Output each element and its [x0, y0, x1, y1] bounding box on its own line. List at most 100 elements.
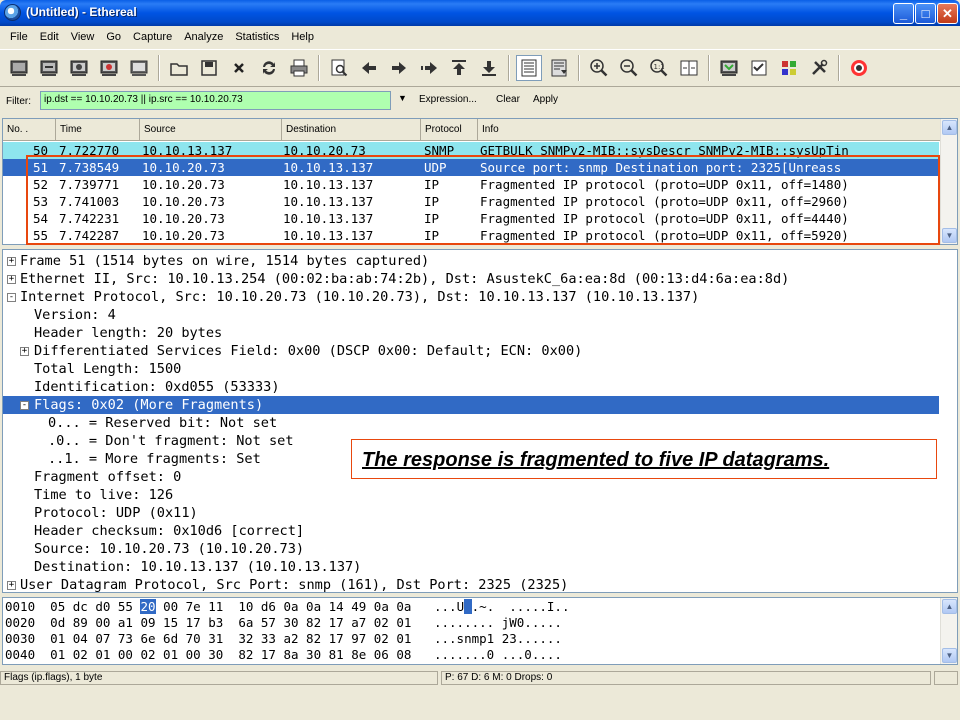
tree-item[interactable]: 0... = Reserved bit: Not set [3, 414, 939, 432]
start-capture-icon[interactable] [66, 55, 92, 81]
status-bar: Flags (ip.flags), 1 byte P: 67 D: 6 M: 0… [0, 670, 960, 686]
toolbar-separator [838, 55, 840, 81]
clear-button[interactable]: Clear [496, 94, 520, 105]
scroll-down-icon[interactable]: ▼ [942, 228, 957, 243]
reload-icon[interactable] [256, 55, 282, 81]
menu-edit[interactable]: Edit [34, 31, 65, 43]
tree-item-selected[interactable]: - Flags: 0x02 (More Fragments) [3, 396, 939, 414]
tree-item[interactable]: Version: 4 [3, 306, 939, 324]
filter-bar: Filter: ip.dst == 10.10.20.73 || ip.src … [0, 89, 960, 113]
resize-columns-icon[interactable] [676, 55, 702, 81]
expand-icon[interactable]: + [7, 581, 16, 590]
restart-capture-icon[interactable] [126, 55, 152, 81]
tree-item[interactable]: Total Length: 1500 [3, 360, 939, 378]
tree-item[interactable]: Destination: 10.10.13.137 (10.10.13.137) [3, 558, 939, 576]
coloring-rules-icon[interactable] [776, 55, 802, 81]
colorize-icon[interactable] [516, 55, 542, 81]
stop-capture-icon[interactable] [96, 55, 122, 81]
tree-item[interactable]: Identification: 0xd055 (53333) [3, 378, 939, 396]
menu-file[interactable]: File [4, 31, 34, 43]
hex-scrollbar[interactable]: ▲ ▼ [940, 598, 957, 664]
filter-input[interactable]: ip.dst == 10.10.20.73 || ip.src == 10.10… [40, 91, 391, 110]
go-to-packet-icon[interactable] [416, 55, 442, 81]
hex-line[interactable]: 0030 01 04 07 73 6e 6d 70 31 32 33 a2 82… [5, 631, 562, 647]
column-no[interactable]: No. . [3, 119, 56, 141]
expand-icon[interactable]: + [20, 347, 29, 356]
expand-icon[interactable]: + [7, 275, 16, 284]
menu-help[interactable]: Help [285, 31, 320, 43]
tree-item[interactable]: + Ethernet II, Src: 10.10.13.254 (00:02:b… [3, 270, 939, 288]
packet-details: + Frame 51 (1514 bytes on wire, 1514 byte… [2, 249, 958, 593]
scroll-up-icon[interactable]: ▲ [942, 599, 957, 614]
menu-analyze[interactable]: Analyze [178, 31, 229, 43]
apply-button[interactable]: Apply [533, 94, 558, 105]
help-icon[interactable] [846, 55, 872, 81]
annotation-callout: The response is fragmented to five IP da… [351, 439, 937, 479]
interfaces-icon[interactable] [6, 55, 32, 81]
tree-item[interactable]: Time to live: 126 [3, 486, 939, 504]
collapse-icon[interactable]: - [20, 401, 29, 410]
column-destination[interactable]: Destination [282, 119, 421, 141]
menu-statistics[interactable]: Statistics [229, 31, 285, 43]
hex-line[interactable]: 0040 01 02 01 00 02 01 00 30 82 17 8a 30… [5, 647, 562, 663]
tree-item[interactable]: + Frame 51 (1514 bytes on wire, 1514 byte… [3, 252, 939, 270]
main-toolbar: 1:1 [0, 49, 960, 87]
tree-item[interactable]: + User Datagram Protocol, Src Port: snmp … [3, 576, 939, 592]
auto-scroll-icon[interactable] [546, 55, 572, 81]
scroll-down-icon[interactable]: ▼ [942, 648, 957, 663]
hex-line[interactable]: 0020 0d 89 00 a1 09 15 17 b3 6a 57 30 82… [5, 615, 562, 631]
close-file-icon[interactable] [226, 55, 252, 81]
toolbar-separator [578, 55, 580, 81]
maximize-button[interactable]: □ [915, 3, 936, 24]
hex-selected-byte[interactable]: 20 [140, 599, 156, 614]
preferences-icon[interactable] [806, 55, 832, 81]
go-forward-icon[interactable] [386, 55, 412, 81]
zoom-out-icon[interactable] [616, 55, 642, 81]
highlight-box [26, 155, 940, 245]
filter-dropdown-arrow-icon[interactable]: ▼ [398, 93, 407, 103]
display-filters-icon[interactable] [746, 55, 772, 81]
scroll-up-icon[interactable]: ▲ [942, 120, 957, 135]
status-packet-counts: P: 67 D: 6 M: 0 Drops: 0 [441, 671, 931, 685]
tree-item[interactable]: - Internet Protocol, Src: 10.10.20.73 (10… [3, 288, 939, 306]
tree-item[interactable]: Header length: 20 bytes [3, 324, 939, 342]
title-bar: (Untitled) - Ethereal _ □ ✕ [0, 0, 960, 26]
toolbar-separator [708, 55, 710, 81]
print-icon[interactable] [286, 55, 312, 81]
normal-size-icon[interactable]: 1:1 [646, 55, 672, 81]
menu-go[interactable]: Go [100, 31, 127, 43]
collapse-icon[interactable]: - [7, 293, 16, 302]
packet-list-scrollbar[interactable]: ▲ ▼ [940, 119, 957, 244]
column-protocol[interactable]: Protocol [421, 119, 478, 141]
open-icon[interactable] [166, 55, 192, 81]
save-icon[interactable] [196, 55, 222, 81]
capture-filters-icon[interactable] [716, 55, 742, 81]
menu-view[interactable]: View [65, 31, 101, 43]
expand-icon[interactable]: + [7, 257, 16, 266]
capture-options-icon[interactable] [36, 55, 62, 81]
close-button[interactable]: ✕ [937, 3, 958, 24]
find-icon[interactable] [326, 55, 352, 81]
toolbar-separator [318, 55, 320, 81]
go-first-icon[interactable] [446, 55, 472, 81]
tree-item[interactable]: Protocol: UDP (0x11) [3, 504, 939, 522]
minimize-button[interactable]: _ [893, 3, 914, 24]
hex-line[interactable]: 0010 05 dc d0 55 20 00 7e 11 10 d6 0a 0a… [5, 599, 569, 615]
hex-dump: 0010 05 dc d0 55 20 00 7e 11 10 d6 0a 0a… [2, 597, 958, 665]
go-back-icon[interactable] [356, 55, 382, 81]
tree-item[interactable]: Source: 10.10.20.73 (10.10.20.73) [3, 540, 939, 558]
expression-button[interactable]: Expression... [419, 94, 477, 105]
toolbar-separator [158, 55, 160, 81]
zoom-in-icon[interactable] [586, 55, 612, 81]
column-info[interactable]: Info [478, 119, 941, 141]
ascii-selected-byte[interactable] [464, 599, 472, 614]
column-source[interactable]: Source [140, 119, 282, 141]
go-last-icon[interactable] [476, 55, 502, 81]
window-title: (Untitled) - Ethereal [26, 5, 137, 19]
menu-capture[interactable]: Capture [127, 31, 178, 43]
ethereal-app-icon[interactable] [4, 4, 21, 21]
resize-grip-icon[interactable] [934, 671, 958, 685]
column-time[interactable]: Time [56, 119, 140, 141]
tree-item[interactable]: Header checksum: 0x10d6 [correct] [3, 522, 939, 540]
tree-item[interactable]: + Differentiated Services Field: 0x00 (DS… [3, 342, 939, 360]
